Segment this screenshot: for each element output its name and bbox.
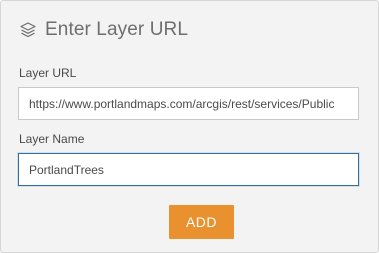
layers-icon bbox=[18, 20, 38, 40]
layer-name-input[interactable] bbox=[18, 153, 359, 186]
layer-url-label: Layer URL bbox=[19, 66, 77, 80]
add-button[interactable]: ADD bbox=[169, 205, 234, 239]
layer-name-label: Layer Name bbox=[19, 132, 85, 146]
dialog-title: Enter Layer URL bbox=[45, 19, 189, 40]
panel-header: Enter Layer URL bbox=[18, 18, 188, 42]
add-layer-panel: Enter Layer URL Layer URL Layer Name ADD bbox=[0, 0, 379, 253]
layer-url-input[interactable] bbox=[18, 87, 359, 120]
